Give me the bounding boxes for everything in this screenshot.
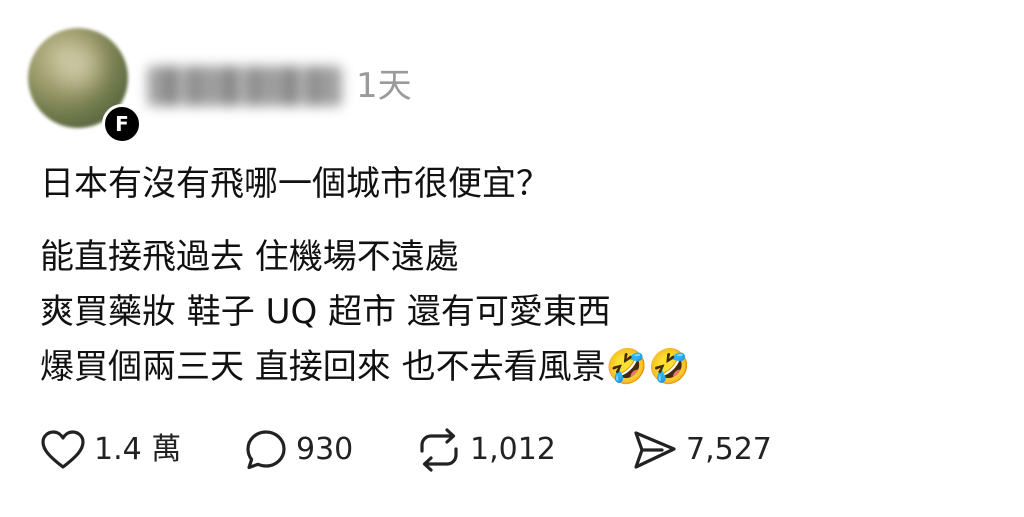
repost-arrows-icon <box>416 427 462 473</box>
post-body-line: 爆買個兩三天 直接回來 也不去看風景🤣🤣 <box>40 347 691 387</box>
post-body: 能直接飛過去 住機場不遠處 爽買藥妝 鞋子 UQ 超市 還有可愛東西 爆買個兩三… <box>40 230 690 395</box>
author-avatar[interactable]: F <box>28 28 142 144</box>
speech-bubble-icon <box>244 428 288 472</box>
send-icon <box>632 429 678 471</box>
heart-icon <box>40 429 86 471</box>
comment-count: 930 <box>296 432 354 467</box>
post-title: 日本有沒有飛哪一個城市很便宜？ <box>40 164 550 204</box>
post-timestamp: 1天 <box>356 66 412 106</box>
share-count: 7,527 <box>686 432 772 467</box>
repost-count: 1,012 <box>470 432 556 467</box>
like-button[interactable]: 1.4 萬 <box>40 424 181 476</box>
platform-badge-icon: F <box>102 104 142 144</box>
username-redacted[interactable] <box>148 66 342 106</box>
post-actions-bar: 1.4 萬 930 1,012 7,527 <box>40 424 800 476</box>
post-body-line: 能直接飛過去 住機場不遠處 <box>40 237 459 277</box>
share-button[interactable]: 7,527 <box>632 424 772 476</box>
thread-post: F 1天 日本有沒有飛哪一個城市很便宜？ 能直接飛過去 住機場不遠處 爽買藥妝 … <box>0 0 1024 517</box>
like-count: 1.4 萬 <box>94 432 182 467</box>
repost-button[interactable]: 1,012 <box>416 424 556 476</box>
comment-button[interactable]: 930 <box>244 424 353 476</box>
post-body-line: 爽買藥妝 鞋子 UQ 超市 還有可愛東西 <box>40 292 611 332</box>
